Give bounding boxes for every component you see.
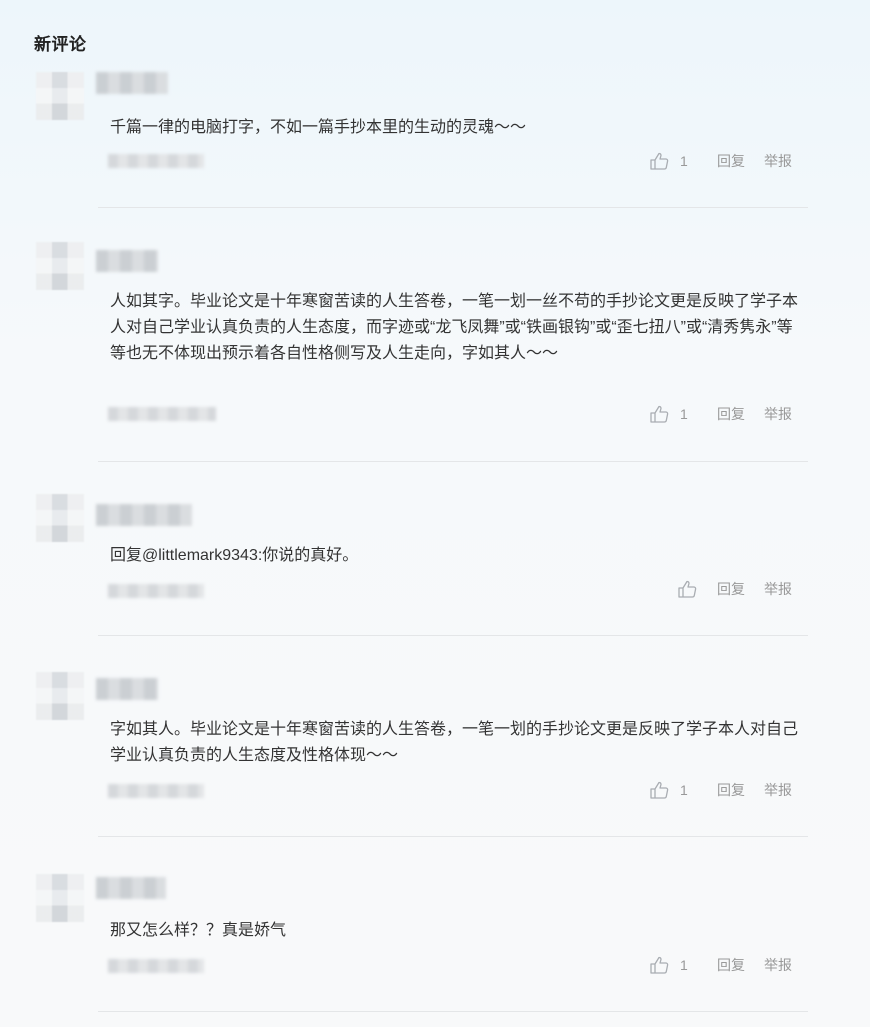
comment-meta	[108, 154, 204, 168]
comment-actions: 1 回复 举报	[650, 779, 800, 801]
like-count: 1	[680, 153, 688, 169]
reply-button[interactable]: 回复	[717, 780, 745, 800]
avatar[interactable]	[36, 72, 84, 120]
like-button[interactable]	[650, 580, 708, 598]
divider	[98, 836, 808, 837]
avatar[interactable]	[36, 874, 84, 922]
avatar[interactable]	[36, 494, 84, 542]
like-count: 1	[680, 406, 688, 422]
comment-meta	[108, 407, 216, 421]
comment-text: 那又怎么样？？真是娇气	[110, 922, 287, 939]
comment-meta	[108, 784, 204, 798]
divider	[98, 635, 808, 636]
comment-actions: 1 回复 举报	[650, 403, 800, 425]
thumbs-up-icon	[678, 580, 697, 598]
comment-text: 回复@littlemark9343:你说的真好。	[110, 547, 359, 564]
divider	[98, 207, 808, 208]
username[interactable]	[96, 877, 166, 899]
thumbs-up-icon	[650, 956, 669, 974]
username[interactable]	[96, 72, 168, 94]
reply-button[interactable]: 回复	[717, 404, 745, 424]
reply-button[interactable]: 回复	[717, 151, 745, 171]
thumbs-up-icon	[650, 781, 669, 799]
like-count: 1	[680, 957, 688, 973]
like-button[interactable]: 1	[650, 781, 708, 799]
comment-meta	[108, 959, 204, 973]
username[interactable]	[96, 504, 192, 526]
username[interactable]	[96, 678, 158, 700]
comment-actions: 回复 举报	[650, 578, 800, 600]
comment-actions: 1 回复 举报	[650, 954, 800, 976]
like-button[interactable]: 1	[650, 152, 708, 170]
section-title: 新评论	[34, 35, 87, 54]
reply-button[interactable]: 回复	[717, 955, 745, 975]
report-button[interactable]: 举报	[764, 151, 792, 171]
reply-button[interactable]: 回复	[717, 579, 745, 599]
divider	[98, 461, 808, 462]
comment-meta	[108, 584, 204, 598]
report-button[interactable]: 举报	[764, 780, 792, 800]
like-count: 1	[680, 782, 688, 798]
like-button[interactable]: 1	[650, 956, 708, 974]
report-button[interactable]: 举报	[764, 955, 792, 975]
comment-text: 人如其字。毕业论文是十年寒窗苦读的人生答卷，一笔一划一丝不苟的手抄论文更是反映了…	[110, 293, 799, 362]
avatar[interactable]	[36, 672, 84, 720]
avatar[interactable]	[36, 242, 84, 290]
comment-actions: 1 回复 举报	[650, 150, 800, 172]
username[interactable]	[96, 250, 158, 272]
like-button[interactable]: 1	[650, 405, 708, 423]
comment-text: 千篇一律的电脑打字，不如一篇手抄本里的生动的灵魂～～	[110, 119, 527, 136]
report-button[interactable]: 举报	[764, 404, 792, 424]
thumbs-up-icon	[650, 152, 669, 170]
comment-text: 字如其人。毕业论文是十年寒窗苦读的人生答卷，一笔一划的手抄论文更是反映了学子本人…	[110, 721, 799, 764]
thumbs-up-icon	[650, 405, 669, 423]
report-button[interactable]: 举报	[764, 579, 792, 599]
divider	[98, 1011, 808, 1012]
